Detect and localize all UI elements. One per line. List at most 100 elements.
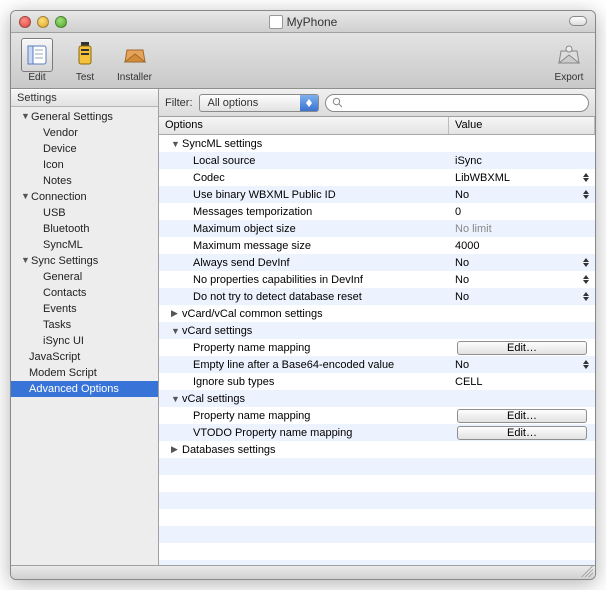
table-row[interactable]: Ignore sub types CELL [159, 373, 595, 390]
sidebar-item[interactable]: SyncML [11, 237, 158, 253]
sidebar-item[interactable]: Device [11, 141, 158, 157]
sidebar-group[interactable]: ▼Sync Settings [11, 253, 158, 269]
sidebar-item[interactable]: Icon [11, 157, 158, 173]
toolbar: Edit Test Installer Export [11, 33, 595, 89]
table-row[interactable]: ▶vCard/vCal common settings [159, 305, 595, 322]
row-label: Codec [193, 172, 225, 184]
edit-button[interactable]: Edit [17, 36, 57, 85]
sidebar-group[interactable]: ▼General Settings [11, 109, 158, 125]
edit-button[interactable]: Edit… [457, 341, 587, 355]
table-row[interactable]: Empty line after a Base64-encoded valueN… [159, 356, 595, 373]
edit-label: Edit [28, 72, 45, 83]
row-value[interactable]: iSync [455, 155, 482, 167]
sidebar-item-label: Notes [43, 175, 72, 187]
row-value[interactable]: No [455, 359, 469, 371]
row-value[interactable]: No [455, 189, 469, 201]
resize-grip-icon[interactable] [581, 565, 593, 577]
zoom-icon[interactable] [55, 16, 67, 28]
sidebar-item-label: JavaScript [29, 351, 80, 363]
sidebar-item-label: Vendor [43, 127, 78, 139]
disclosure-triangle-icon: ▼ [21, 191, 29, 201]
sidebar-item-label: Advanced Options [29, 383, 119, 395]
sidebar-item[interactable]: USB [11, 205, 158, 221]
row-label: Use binary WBXML Public ID [193, 189, 336, 201]
table-row[interactable]: ▼vCal settings [159, 390, 595, 407]
row-value[interactable]: No [455, 274, 469, 286]
sidebar-item-label: iSync UI [43, 335, 84, 347]
table-row[interactable]: Do not try to detect database reset No [159, 288, 595, 305]
search-input[interactable] [346, 97, 582, 109]
table-row[interactable]: Maximum object sizeNo limit [159, 220, 595, 237]
sidebar: Settings ▼General SettingsVendorDeviceIc… [11, 89, 159, 565]
table-row[interactable]: No properties capabilities in DevInfNo [159, 271, 595, 288]
chevron-updown-icon [583, 173, 589, 182]
row-value[interactable]: 0 [455, 206, 461, 218]
filter-combo-value: All options [200, 97, 300, 109]
options-table: ▼SyncML settingsLocal sourceiSyncCodecLi… [159, 135, 595, 565]
installer-button[interactable]: Installer [113, 36, 156, 85]
sidebar-item[interactable]: General [11, 269, 158, 285]
edit-button[interactable]: Edit… [457, 426, 587, 440]
table-row[interactable]: VTODO Property name mapping Edit… [159, 424, 595, 441]
test-button[interactable]: Test [65, 36, 105, 85]
sidebar-item-label: USB [43, 207, 66, 219]
sidebar-item[interactable]: iSync UI [11, 333, 158, 349]
table-row[interactable]: Codec LibWBXML [159, 169, 595, 186]
sidebar-item[interactable]: Contacts [11, 285, 158, 301]
row-value[interactable]: No [455, 257, 469, 269]
toolbar-toggle-button[interactable] [569, 16, 587, 26]
table-row[interactable]: Local source iSync [159, 152, 595, 169]
sidebar-item[interactable]: Vendor [11, 125, 158, 141]
chevron-updown-icon [583, 360, 589, 369]
sidebar-item[interactable]: Advanced Options [11, 381, 158, 397]
search-icon [332, 97, 342, 108]
sidebar-item[interactable]: Events [11, 301, 158, 317]
row-label: Local source [193, 155, 255, 167]
export-button[interactable]: Export [549, 36, 589, 85]
table-row[interactable]: Property name mapping Edit… [159, 407, 595, 424]
edit-button[interactable]: Edit… [457, 409, 587, 423]
sidebar-item[interactable]: Modem Script [11, 365, 158, 381]
row-value[interactable]: LibWBXML [455, 172, 510, 184]
document-proxy-icon [269, 15, 283, 29]
disclosure-triangle-icon: ▼ [171, 394, 179, 404]
table-row[interactable]: Use binary WBXML Public ID No [159, 186, 595, 203]
row-label: Do not try to detect database reset [193, 291, 362, 303]
column-header: Options Value [159, 117, 595, 135]
sidebar-item[interactable]: JavaScript [11, 349, 158, 365]
table-row[interactable]: ▼vCard settings [159, 322, 595, 339]
row-label: Property name mapping [193, 410, 310, 422]
sidebar-item[interactable]: Bluetooth [11, 221, 158, 237]
statusbar [11, 565, 595, 579]
row-label: SyncML settings [182, 138, 262, 150]
search-field[interactable] [325, 94, 590, 112]
sidebar-item[interactable]: Tasks [11, 317, 158, 333]
table-row[interactable]: Property name mappingEdit… [159, 339, 595, 356]
titlebar: MyPhone [11, 11, 595, 33]
col-options[interactable]: Options [159, 117, 449, 134]
filter-combo[interactable]: All options [199, 94, 319, 112]
export-label: Export [555, 72, 584, 83]
table-row[interactable]: ▶Databases settings [159, 441, 595, 458]
table-row[interactable]: Maximum message size4000 [159, 237, 595, 254]
disclosure-triangle-icon: ▼ [21, 111, 29, 121]
row-label: Ignore sub types [193, 376, 274, 388]
chevron-updown-icon [583, 258, 589, 267]
sidebar-group[interactable]: ▼Connection [11, 189, 158, 205]
row-value[interactable]: No limit [455, 223, 492, 235]
row-value[interactable]: No [455, 291, 469, 303]
filter-label: Filter: [165, 97, 193, 109]
table-row-empty [159, 509, 595, 526]
sidebar-item-label: Modem Script [29, 367, 97, 379]
row-label: vCard settings [182, 325, 252, 337]
close-icon[interactable] [19, 16, 31, 28]
sidebar-item[interactable]: Notes [11, 173, 158, 189]
table-row[interactable]: ▼SyncML settings [159, 135, 595, 152]
col-value[interactable]: Value [449, 117, 595, 134]
table-row[interactable]: Always send DevInfNo [159, 254, 595, 271]
row-label: VTODO Property name mapping [193, 427, 352, 439]
table-row[interactable]: Messages temporization0 [159, 203, 595, 220]
row-value[interactable]: CELL [455, 376, 483, 388]
row-value[interactable]: 4000 [455, 240, 479, 252]
minimize-icon[interactable] [37, 16, 49, 28]
